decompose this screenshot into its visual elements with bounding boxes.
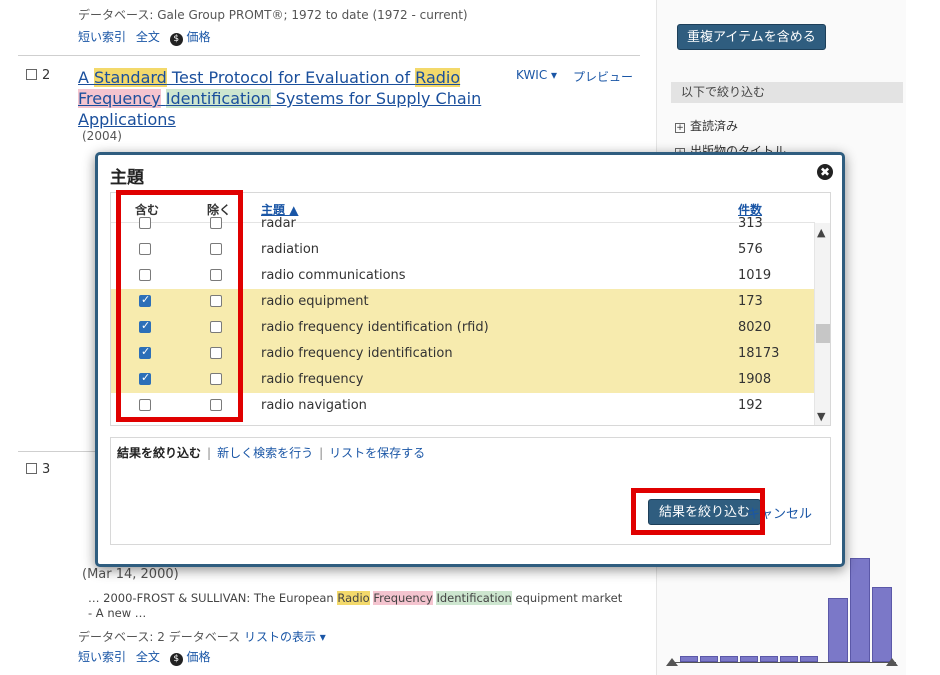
histogram-bar: [850, 558, 870, 662]
apply-filter-button[interactable]: 結果を絞り込む: [648, 499, 762, 525]
subject-count: 18173: [738, 346, 780, 361]
exclude-checkbox[interactable]: [210, 347, 222, 359]
scroll-up-icon[interactable]: ▲: [817, 226, 825, 239]
item2-number: 2: [26, 68, 50, 83]
include-checkbox[interactable]: [139, 345, 151, 359]
price-link[interactable]: 価格: [187, 650, 211, 664]
exclude-checkbox[interactable]: [210, 373, 222, 385]
new-search-link[interactable]: 新しく検索を行う: [217, 446, 313, 460]
item3-database-line: データベース: 2 データベース リストの表示 ▾: [78, 630, 326, 644]
item2-checkbox[interactable]: [26, 69, 37, 80]
subject-row-selected: radio frequency identification (rfid) 80…: [111, 315, 815, 341]
histogram-bar: [872, 587, 892, 662]
short-index-link[interactable]: 短い索引: [78, 30, 126, 44]
subject-row-selected: radio equipment 173: [111, 289, 815, 315]
exclude-checkbox[interactable]: [210, 217, 222, 229]
subject-list: 含む 除く 主題 ▲ 件数 radar 313 radiation 576 ra…: [110, 192, 831, 426]
include-checkbox[interactable]: [139, 243, 151, 255]
price-icon: $: [169, 653, 183, 666]
subject-label: radar: [261, 216, 296, 231]
subject-row: radio navigation 192: [111, 393, 815, 419]
fulltext-link[interactable]: 全文: [136, 30, 160, 44]
list-scrollbar[interactable]: ▲ ▼: [814, 223, 830, 425]
close-icon[interactable]: ✖: [817, 164, 833, 180]
item3-date: (Mar 14, 2000): [82, 567, 179, 582]
subject-label: radio equipment: [261, 294, 369, 309]
price-link[interactable]: 価格: [187, 30, 211, 44]
subject-count: 192: [738, 398, 763, 413]
narrow-results-label: 結果を絞り込む: [117, 446, 202, 460]
item1-links: 短い索引 全文 $ 価格: [78, 28, 211, 46]
range-slider-left-handle[interactable]: [666, 658, 678, 666]
save-list-link[interactable]: リストを保存する: [329, 446, 425, 460]
subject-row-selected: radio frequency identification 18173: [111, 341, 815, 367]
item2-year: (2004): [82, 129, 122, 143]
range-slider-right-handle[interactable]: [886, 658, 898, 666]
item2-kwic[interactable]: KWIC ▾: [516, 68, 557, 82]
subject-label: radio communications: [261, 268, 406, 283]
subject-count: 1019: [738, 268, 772, 283]
scrollbar-thumb[interactable]: [816, 324, 830, 343]
include-checkbox[interactable]: [139, 371, 151, 385]
narrow-results-header: 以下で絞り込む: [671, 82, 903, 103]
exclude-checkbox[interactable]: [210, 321, 222, 333]
sidebar-item-peer-reviewed[interactable]: + 査読済み: [675, 117, 738, 134]
cancel-link[interactable]: キャンセル: [747, 503, 812, 522]
dialog-actions: 結果を絞り込む | 新しく検索を行う | リストを保存する 結果を絞り込む キャンセル: [110, 437, 831, 545]
subject-count: 8020: [738, 320, 772, 335]
item3-list-link[interactable]: リストの表示 ▾: [244, 630, 326, 644]
include-checkbox[interactable]: [139, 319, 151, 333]
exclude-checkbox[interactable]: [210, 399, 222, 411]
histogram-axis: [670, 662, 896, 663]
scroll-down-icon[interactable]: ▼: [817, 410, 825, 423]
item2-title-link[interactable]: A Standard Test Protocol for Evaluation …: [78, 68, 481, 129]
divider: [18, 55, 640, 56]
dialog-title: 主題: [110, 168, 144, 188]
subject-filter-dialog: 主題 ✖ 含む 除く 主題 ▲ 件数 radar 313 radiation 5…: [95, 152, 845, 567]
subject-count: 313: [738, 216, 763, 231]
subject-label: radiation: [261, 242, 320, 257]
item1-database-line: データベース: Gale Group PROMT®; 1972 to date …: [78, 8, 468, 22]
subject-count: 576: [738, 242, 763, 257]
include-checkbox[interactable]: [139, 399, 151, 411]
item2-title[interactable]: A Standard Test Protocol for Evaluation …: [78, 67, 518, 130]
subject-label: radio navigation: [261, 398, 367, 413]
item2-preview[interactable]: プレビュー: [573, 68, 633, 85]
exclude-checkbox[interactable]: [210, 269, 222, 281]
price-icon: $: [169, 33, 183, 46]
subject-count: 1908: [738, 372, 772, 387]
fulltext-link[interactable]: 全文: [136, 650, 160, 664]
exclude-checkbox[interactable]: [210, 295, 222, 307]
include-checkbox[interactable]: [139, 269, 151, 281]
subject-row: radiation 576: [111, 237, 815, 263]
item3-checkbox[interactable]: [26, 463, 37, 474]
include-checkbox[interactable]: [139, 217, 151, 229]
exclude-checkbox[interactable]: [210, 243, 222, 255]
subject-row-selected: radio frequency 1908: [111, 367, 815, 393]
item3-links: 短い索引 全文 $ 価格: [78, 648, 211, 666]
histogram-bar: [828, 598, 848, 662]
item3-snippet: … 2000-FROST & SULLIVAN: The European Ra…: [88, 591, 623, 620]
subject-label: radio frequency identification: [261, 346, 453, 361]
expand-icon: +: [675, 123, 685, 133]
actions-links: 結果を絞り込む | 新しく検索を行う | リストを保存する: [117, 446, 426, 460]
short-index-link[interactable]: 短い索引: [78, 650, 126, 664]
subject-count: 173: [738, 294, 763, 309]
include-duplicates-button[interactable]: 重複アイテムを含める: [677, 24, 826, 50]
include-checkbox[interactable]: [139, 293, 151, 307]
item3-number: 3: [26, 462, 50, 477]
subject-row: radar 313: [111, 211, 815, 237]
subject-label: radio frequency identification (rfid): [261, 320, 489, 335]
subject-row: radio communications 1019: [111, 263, 815, 289]
subject-label: radio frequency: [261, 372, 364, 387]
